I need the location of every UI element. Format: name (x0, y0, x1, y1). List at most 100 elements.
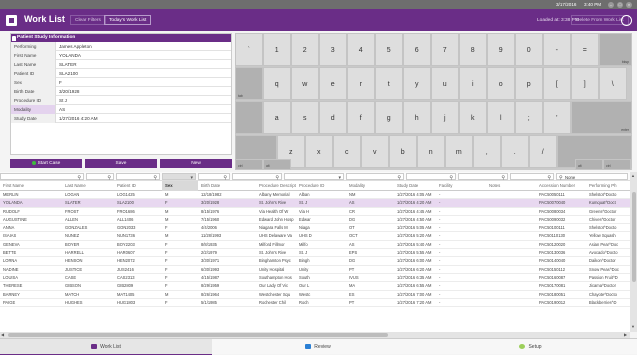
key-0[interactable]: ` (235, 33, 263, 66)
key-6[interactable]: y (403, 67, 431, 100)
scroll-down-icon[interactable]: ▼ (631, 324, 635, 329)
key-4[interactable]: v (361, 135, 389, 168)
key-8[interactable]: 8 (459, 33, 487, 66)
patient-id-filter[interactable]: ⚲ (116, 173, 160, 181)
key-5[interactable]: 5 (375, 33, 403, 66)
field-row[interactable]: Study Date 1/27/2016 4:20 AM (11, 114, 231, 123)
key-3[interactable]: c (333, 135, 361, 168)
key-2[interactable]: x (305, 135, 333, 168)
key-9[interactable]: o (487, 67, 515, 100)
table-row[interactable]: PAIGE HUGHES HUG1803 F 5/1/1985 Rochester Chi… (0, 299, 630, 308)
key-12[interactable]: ] (571, 67, 599, 100)
scroll-right-icon[interactable]: ▶ (624, 332, 627, 337)
table-row[interactable]: BARNEY MATCH MAT1405 M 8/26/1964 Westchester … (0, 291, 630, 299)
key-5[interactable]: t (375, 67, 403, 100)
field-row[interactable]: Procedure ID St J (11, 96, 231, 105)
table-row[interactable]: NADINE JUSTICE JUS2416 F 6/30/1993 Unity Hosp… (0, 266, 630, 274)
column-header[interactable]: Modality (346, 181, 394, 191)
column-header[interactable]: Performing Ph (586, 181, 636, 191)
column-header[interactable]: Sex (162, 181, 198, 191)
caps-key[interactable] (235, 101, 263, 134)
new-button[interactable]: New (160, 159, 232, 168)
start-case-button[interactable]: Start Case (10, 159, 82, 168)
key-6[interactable]: 6 (403, 33, 431, 66)
alt-right-key[interactable]: alt (575, 159, 603, 170)
key-5[interactable]: g (375, 101, 403, 134)
sex-filter[interactable]: ▾ (162, 173, 196, 181)
tab-review[interactable]: Review (212, 339, 424, 355)
scroll-left-icon[interactable]: ◀ (1, 332, 4, 337)
key-3[interactable]: 3 (319, 33, 347, 66)
key-1[interactable]: q (263, 67, 291, 100)
first-name-filter[interactable]: ⚲ (0, 173, 84, 181)
key-4[interactable]: r (347, 67, 375, 100)
table-row[interactable]: GENEVA BOYER BOY2203 F 8/8/1935 Milford Fillm… (0, 241, 630, 250)
field-value[interactable]: James Appleton (59, 42, 229, 51)
table-row[interactable]: ANNA GONZALES GON2033 F 4/4/2006 Niagara Fall… (0, 224, 630, 233)
vertical-scrollbar[interactable]: ▲ ▼ (630, 172, 637, 332)
key-7[interactable]: 7 (431, 33, 459, 66)
scroll-thumb[interactable] (631, 192, 636, 282)
ctrl-right-key[interactable]: ctrl (603, 159, 631, 170)
key-10[interactable]: p (515, 67, 543, 100)
field-row[interactable]: Patient ID SLA2100 (11, 69, 231, 78)
field-row[interactable]: Last Name SLATER (11, 60, 231, 69)
key-6[interactable]: n (417, 135, 445, 168)
column-header[interactable]: Facility (436, 181, 486, 191)
key-7[interactable]: j (431, 101, 459, 134)
scroll-up-icon[interactable]: ▲ (631, 173, 635, 178)
column-header[interactable]: Birth Date (198, 181, 256, 191)
clear-filters-button[interactable]: Clear Filters (70, 15, 106, 25)
key-8[interactable]: i (459, 67, 487, 100)
procedure-id-filter[interactable]: ▾ (284, 173, 344, 181)
tab-setup[interactable]: Setup (424, 339, 637, 355)
procedure-desc-filter[interactable]: ⚲ (232, 173, 282, 181)
ctrl-key[interactable]: ctrl (235, 159, 263, 170)
key-10[interactable]: ; (515, 101, 543, 134)
tab-key[interactable]: tab (235, 67, 263, 100)
last-name-filter[interactable]: ⚲ (86, 173, 114, 181)
key-1[interactable]: a (263, 101, 291, 134)
key-11[interactable]: - (543, 33, 571, 66)
accession-filter[interactable]: ⚲ None (556, 173, 628, 181)
key-6[interactable]: h (403, 101, 431, 134)
key-7[interactable]: m (445, 135, 473, 168)
table-row[interactable]: LOUISA CASE CAS2313 F 4/15/1987 Southampton H… (0, 274, 630, 283)
key-2[interactable]: 2 (291, 33, 319, 66)
maximize-icon[interactable]: □ (617, 1, 623, 8)
scroll-thumb[interactable] (8, 333, 388, 337)
study-date-filter[interactable]: ⚲ (406, 173, 456, 181)
key-1[interactable]: 1 (263, 33, 291, 66)
close-icon[interactable]: × (626, 1, 632, 8)
key-9[interactable]: 9 (487, 33, 515, 66)
refresh-icon[interactable] (621, 15, 632, 26)
field-row[interactable]: First Name YOLANDA (11, 51, 231, 60)
key-4[interactable]: 4 (347, 33, 375, 66)
key-4[interactable]: f (347, 101, 375, 134)
key-3[interactable]: e (319, 67, 347, 100)
key-10[interactable]: / (529, 135, 557, 168)
column-header[interactable]: Procedure Description (256, 181, 296, 191)
facility-filter[interactable]: ⚲ (458, 173, 508, 181)
minimize-icon[interactable]: – (608, 1, 614, 8)
alt-key[interactable]: alt (263, 159, 291, 170)
field-value[interactable]: SLA2100 (59, 69, 229, 78)
table-row[interactable]: RUDOLF FROST FRO1686 M 8/15/1976 Via Health O… (0, 208, 630, 216)
key-10[interactable]: 0 (515, 33, 543, 66)
backspace-key[interactable]: bksp (599, 33, 632, 66)
column-header[interactable]: Patient ID (114, 181, 162, 191)
field-value[interactable]: St J (59, 96, 229, 105)
field-row[interactable]: Performing PhysicianJames Appleton (11, 42, 231, 58)
column-header[interactable]: Accession Number (536, 181, 586, 191)
notes-filter[interactable]: ⚲ (510, 173, 554, 181)
birth-date-filter[interactable]: ⚲ (198, 173, 230, 181)
field-row[interactable]: Sex F (11, 78, 231, 87)
table-row[interactable]: YOLANDA SLATER SLA2100 F 3/20/1928 St. John's… (0, 199, 630, 208)
key-2[interactable]: s (291, 101, 319, 134)
column-header[interactable]: Procedure ID (296, 181, 346, 191)
field-value[interactable]: 3/20/1928 (59, 87, 229, 96)
field-value[interactable]: YOLANDA (59, 51, 229, 60)
tab-worklist[interactable]: Work List (0, 339, 212, 355)
table-row[interactable]: MERLIN LOGAN LOG1425 M 12/18/1982 Albany Memo… (0, 191, 630, 200)
table-row[interactable]: AUGUSTINE ALLEN ALL1406 M 7/15/1960 Edward Jo… (0, 216, 630, 225)
